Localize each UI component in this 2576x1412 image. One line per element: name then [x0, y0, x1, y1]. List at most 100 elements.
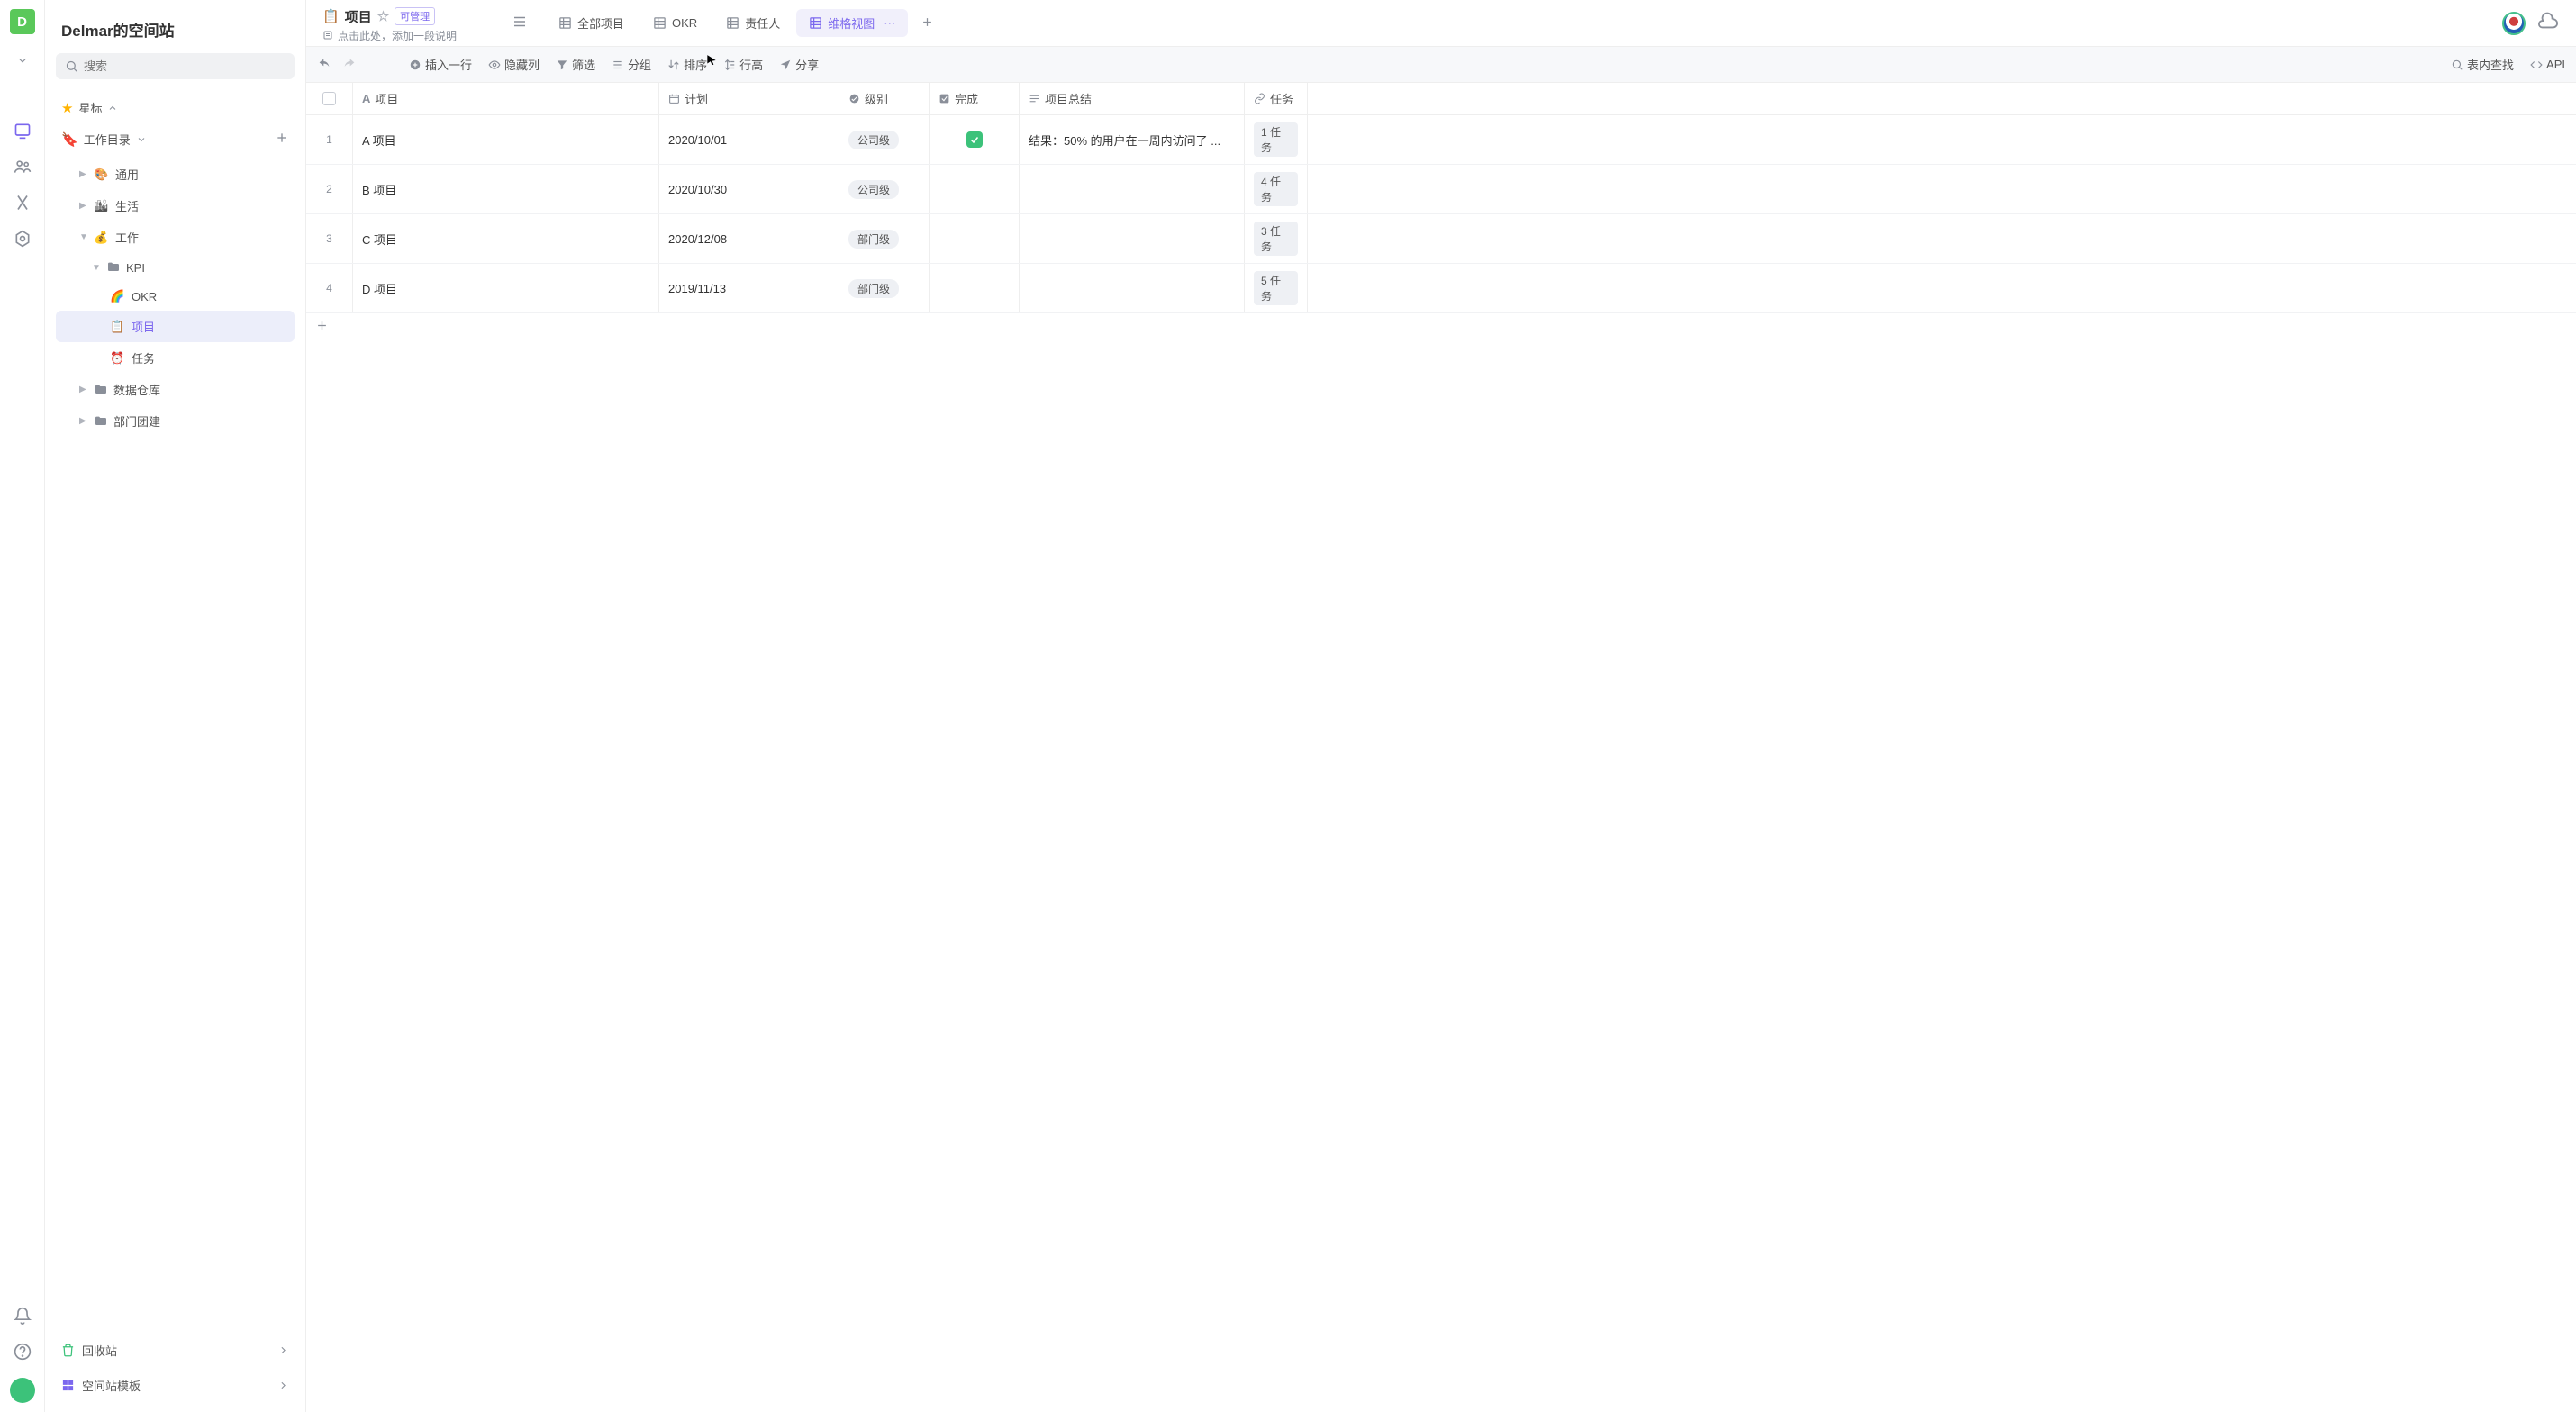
sort-button[interactable]: 排序 — [667, 56, 707, 73]
clipboard-icon: 📋 — [110, 320, 126, 334]
recycle-bin[interactable]: 回收站 — [56, 1333, 295, 1368]
notifications-icon[interactable] — [13, 1306, 32, 1326]
workspace-icon[interactable] — [13, 121, 32, 140]
group-button[interactable]: 分组 — [612, 56, 651, 73]
column-level[interactable]: 级别 — [839, 83, 930, 114]
sync-status-icon[interactable] — [2538, 12, 2558, 34]
tree-item-kpi[interactable]: ▼KPI — [56, 253, 295, 282]
column-summary[interactable]: 项目总结 — [1020, 83, 1245, 114]
cell-plan[interactable]: 2020/10/01 — [659, 115, 839, 164]
row-height-button[interactable]: 行高 — [723, 56, 763, 73]
table-row[interactable]: 2B 项目2020/10/30公司级4 任务 — [306, 165, 2576, 214]
undo-button[interactable] — [317, 56, 331, 73]
settings-icon[interactable] — [13, 229, 32, 249]
doc-title[interactable]: 项目 — [345, 7, 372, 26]
workspace-title: Delmar的空间站 — [56, 9, 295, 53]
search-box[interactable] — [56, 53, 295, 79]
cell-level[interactable]: 部门级 — [839, 214, 930, 263]
chevron-up-icon — [107, 103, 118, 113]
tree-item-task[interactable]: ⏰任务 — [56, 342, 295, 374]
contacts-icon[interactable] — [13, 157, 32, 176]
cell-plan[interactable]: 2020/12/08 — [659, 214, 839, 263]
folder-icon — [94, 383, 108, 397]
cell-done[interactable] — [930, 264, 1020, 312]
cell-task[interactable]: 5 任务 — [1245, 264, 1308, 312]
cell-done[interactable] — [930, 165, 1020, 213]
tab-more-icon[interactable]: ⋯ — [884, 16, 895, 31]
tree-item-teambuild[interactable]: ▶部门团建 — [56, 405, 295, 437]
cell-level[interactable]: 公司级 — [839, 165, 930, 213]
table-row[interactable]: 3C 项目2020/12/08部门级3 任务 — [306, 214, 2576, 264]
help-icon[interactable] — [13, 1342, 32, 1362]
cell-project[interactable]: B 项目 — [353, 165, 659, 213]
workspace-avatar[interactable]: D — [10, 9, 35, 34]
find-in-table-button[interactable]: 表内查找 — [2451, 56, 2514, 73]
cell-task[interactable]: 1 任务 — [1245, 115, 1308, 164]
tab-grid-view[interactable]: 维格视图⋯ — [796, 9, 908, 37]
tree-item-general[interactable]: ▶🎨通用 — [56, 158, 295, 190]
cell-summary[interactable] — [1020, 165, 1245, 213]
cell-summary[interactable] — [1020, 214, 1245, 263]
add-folder-button[interactable] — [275, 131, 289, 148]
doc-emoji: 📋 — [322, 8, 340, 24]
workdir-label: 工作目录 — [84, 131, 131, 148]
cell-project[interactable]: D 项目 — [353, 264, 659, 312]
cell-done[interactable] — [930, 115, 1020, 164]
table-row[interactable]: 1A 项目2020/10/01公司级结果：50% 的用户在一周内访问了 ...1… — [306, 115, 2576, 165]
filter-button[interactable]: 筛选 — [556, 56, 595, 73]
cell-task[interactable]: 4 任务 — [1245, 165, 1308, 213]
cell-level[interactable]: 公司级 — [839, 115, 930, 164]
select-all-checkbox[interactable] — [306, 83, 353, 114]
cell-plan[interactable]: 2020/10/30 — [659, 165, 839, 213]
collaborator-avatar[interactable] — [2502, 12, 2526, 35]
column-done[interactable]: 完成 — [930, 83, 1020, 114]
select-icon — [848, 93, 860, 104]
cell-task[interactable]: 3 任务 — [1245, 214, 1308, 263]
hide-columns-button[interactable]: 隐藏列 — [488, 56, 540, 73]
tree-item-warehouse[interactable]: ▶数据仓库 — [56, 374, 295, 405]
checked-icon — [966, 131, 983, 148]
tab-all-projects[interactable]: 全部项目 — [546, 9, 637, 37]
alarm-icon: ⏰ — [110, 351, 126, 366]
doc-description[interactable]: 点击此处，添加一段说明 — [322, 28, 492, 43]
tab-owner[interactable]: 责任人 — [713, 9, 793, 37]
cell-summary[interactable]: 结果：50% 的用户在一周内访问了 ... — [1020, 115, 1245, 164]
money-icon: 💰 — [94, 231, 110, 245]
starred-section[interactable]: ★ 星标 — [56, 92, 295, 123]
checkbox-icon — [939, 93, 950, 104]
favorite-button[interactable]: ☆ — [377, 8, 389, 24]
search-input[interactable] — [84, 59, 286, 73]
column-project[interactable]: A项目 — [353, 83, 659, 114]
api-button[interactable]: API — [2530, 58, 2565, 71]
workdir-section[interactable]: 🔖 工作目录 — [56, 123, 295, 155]
tree-item-project[interactable]: 📋项目 — [56, 311, 295, 342]
view-list-toggle[interactable] — [506, 8, 533, 38]
column-plan[interactable]: 计划 — [659, 83, 839, 114]
insert-row-button[interactable]: 插入一行 — [409, 56, 472, 73]
description-icon — [322, 30, 333, 41]
add-row-button[interactable] — [306, 313, 2576, 340]
add-view-button[interactable] — [912, 10, 943, 37]
template-center[interactable]: 空间站模板 — [56, 1368, 295, 1403]
cell-summary[interactable] — [1020, 264, 1245, 312]
cell-project[interactable]: A 项目 — [353, 115, 659, 164]
tree-item-life[interactable]: ▶🏙生活 — [56, 190, 295, 222]
cell-project[interactable]: C 项目 — [353, 214, 659, 263]
folder-icon — [106, 260, 121, 275]
share-button[interactable]: 分享 — [779, 56, 819, 73]
permission-badge[interactable]: 可管理 — [395, 7, 435, 25]
tab-okr[interactable]: OKR — [640, 11, 710, 35]
tools-icon[interactable] — [13, 193, 32, 213]
collapse-icon[interactable] — [13, 50, 32, 70]
table-row[interactable]: 4D 项目2019/11/13部门级5 任务 — [306, 264, 2576, 313]
cell-done[interactable] — [930, 214, 1020, 263]
cell-plan[interactable]: 2019/11/13 — [659, 264, 839, 312]
topbar: 📋 项目 ☆ 可管理 点击此处，添加一段说明 全部项目 OKR 责任人 维格视图… — [306, 0, 2576, 47]
chevron-right-icon — [277, 1344, 289, 1356]
tree-item-okr[interactable]: 🌈OKR — [56, 282, 295, 311]
column-task[interactable]: 任务 — [1245, 83, 1308, 114]
user-avatar-small[interactable] — [10, 1378, 35, 1403]
redo-button[interactable] — [342, 56, 357, 73]
tree-item-work[interactable]: ▼💰工作 — [56, 222, 295, 253]
cell-level[interactable]: 部门级 — [839, 264, 930, 312]
